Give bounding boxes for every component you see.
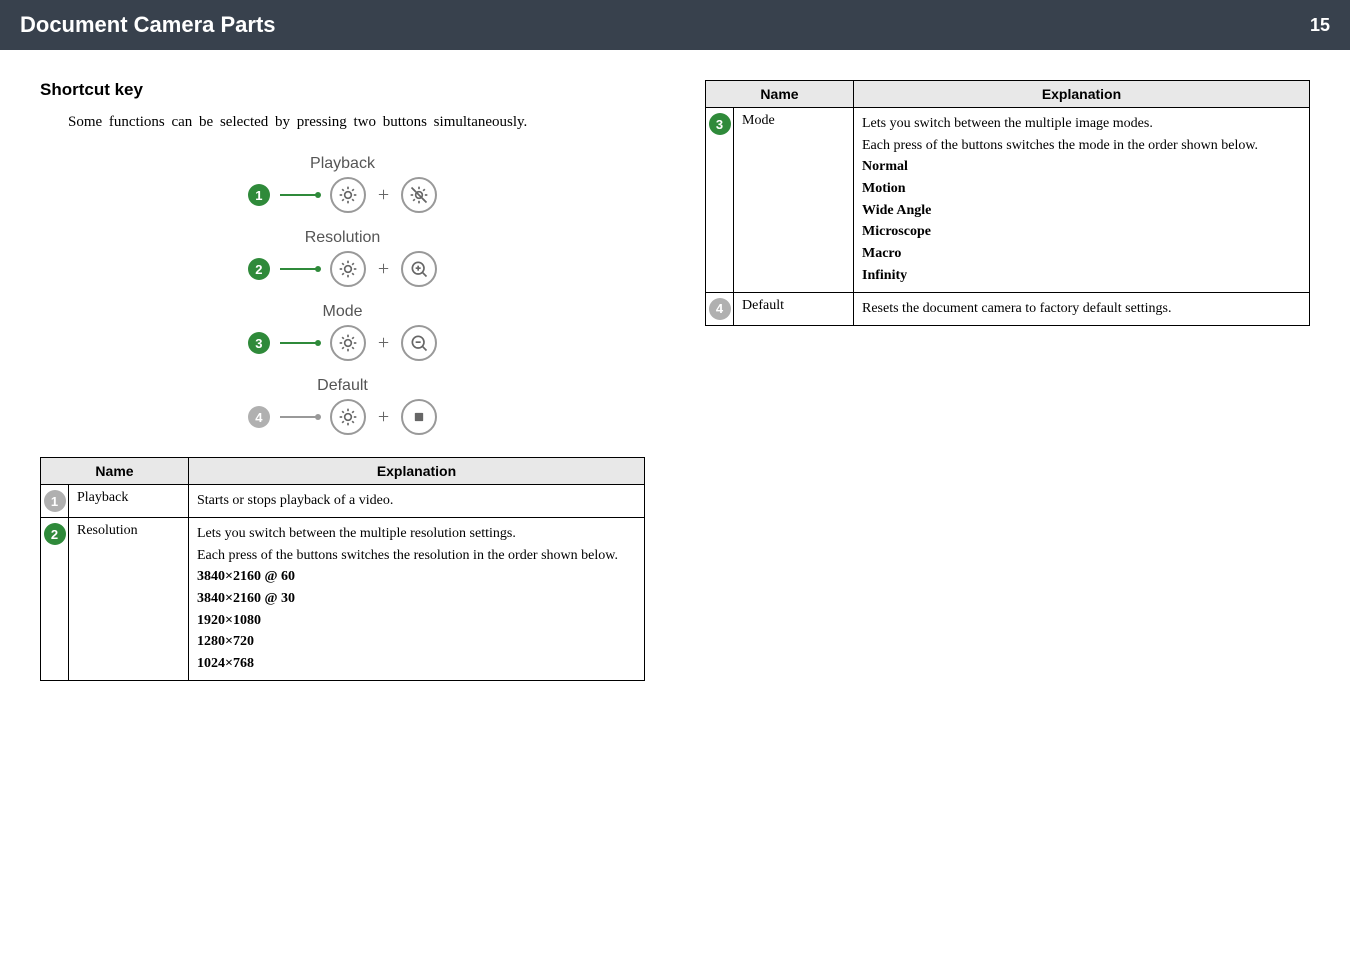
stop-icon [401,399,437,435]
header-name: Name [41,458,189,485]
brightness-icon [330,177,366,213]
right-table: Name Explanation 3 Mode Lets you switch … [705,80,1310,326]
row-num: 3 [706,108,734,293]
plus-icon: + [376,184,391,207]
intro-text: Some functions can be selected by pressi… [68,114,645,131]
plus-icon: + [376,406,391,429]
plus-icon: + [376,332,391,355]
brightness-icon [330,325,366,361]
zoom-out-icon [401,325,437,361]
table-header-row: Name Explanation [41,458,645,485]
header-explanation: Explanation [189,458,645,485]
left-column: Shortcut key Some functions can be selec… [40,80,645,681]
row-num: 2 [41,518,69,681]
right-column: Name Explanation 3 Mode Lets you switch … [705,80,1310,681]
section-heading: Shortcut key [40,80,645,100]
row-name: Resolution [69,518,189,681]
shortcut-label: Resolution [248,229,437,247]
plus-icon: + [376,258,391,281]
callout-3: 3 [248,332,270,354]
shortcut-label: Playback [248,155,437,173]
callout-4: 4 [248,406,270,428]
header-bar: Document Camera Parts 15 [0,0,1350,50]
leader-line [280,268,320,270]
shortcut-row: 4 + [248,399,437,435]
shortcut-row: 3 + [248,325,437,361]
leader-line [280,194,320,196]
row-name: Default [734,292,854,325]
page-title: Document Camera Parts [20,12,276,38]
row-explanation: Lets you switch between the multiple res… [189,518,645,681]
shortcut-default: Default 4 + [248,377,437,435]
shortcut-diagram: Playback 1 + Resolution 2 [40,149,645,445]
table-row: 2 Resolution Lets you switch between the… [41,518,645,681]
header-explanation: Explanation [854,81,1310,108]
zoom-in-icon [401,251,437,287]
shortcut-row: 1 + [248,177,437,213]
callout-2: 2 [248,258,270,280]
header-name: Name [706,81,854,108]
shortcut-playback: Playback 1 + [248,155,437,213]
shortcut-row: 2 + [248,251,437,287]
callout-1: 1 [248,184,270,206]
row-explanation: Lets you switch between the multiple ima… [854,108,1310,293]
page-number: 15 [1310,15,1330,36]
row-num: 4 [706,292,734,325]
shortcut-mode: Mode 3 + [248,303,437,361]
row-name: Playback [69,485,189,518]
row-explanation: Starts or stops playback of a video. [189,485,645,518]
shortcut-label: Mode [248,303,437,321]
shortcut-label: Default [248,377,437,395]
shortcut-resolution: Resolution 2 + [248,229,437,287]
brightness-icon [330,251,366,287]
table-row: 1 Playback Starts or stops playback of a… [41,485,645,518]
left-table: Name Explanation 1 Playback Starts or st… [40,457,645,681]
row-name: Mode [734,108,854,293]
brightness-off-icon [401,177,437,213]
table-row: 4 Default Resets the document camera to … [706,292,1310,325]
row-num: 1 [41,485,69,518]
content: Shortcut key Some functions can be selec… [0,50,1350,701]
leader-line [280,342,320,344]
row-explanation: Resets the document camera to factory de… [854,292,1310,325]
table-header-row: Name Explanation [706,81,1310,108]
leader-line [280,416,320,418]
table-row: 3 Mode Lets you switch between the multi… [706,108,1310,293]
brightness-icon [330,399,366,435]
